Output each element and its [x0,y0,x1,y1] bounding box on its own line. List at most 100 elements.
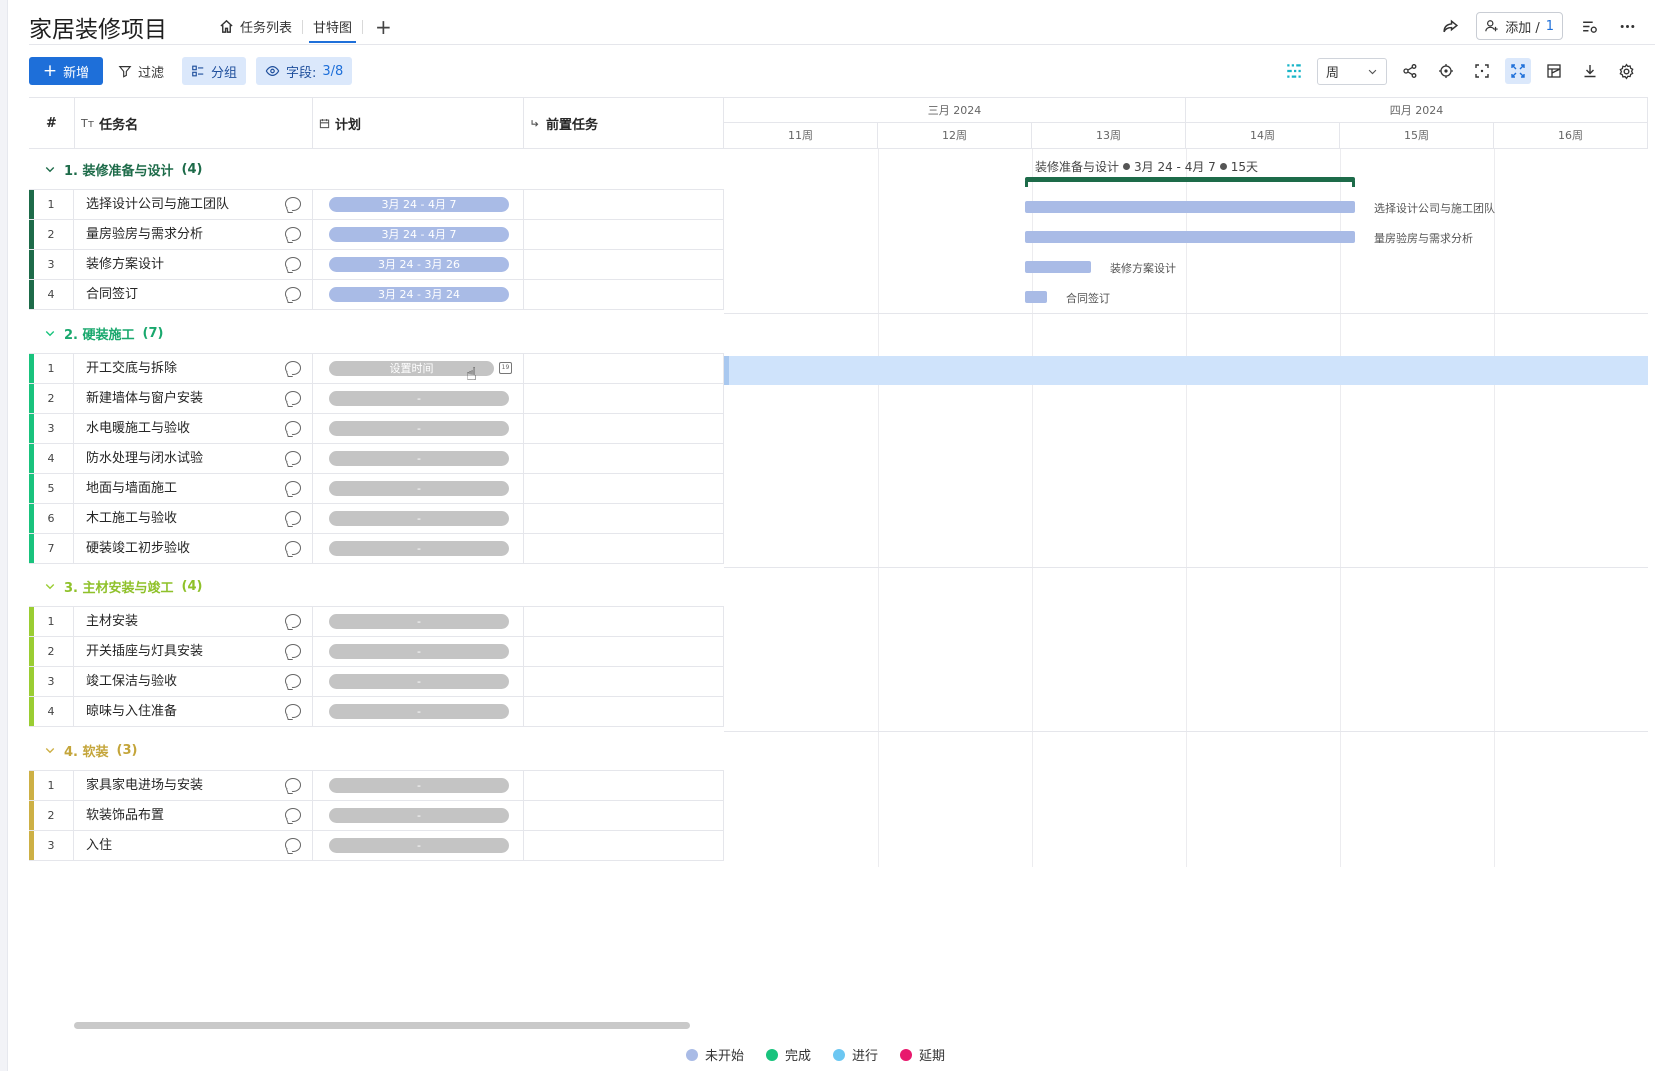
comment-icon[interactable] [285,838,301,852]
task-name[interactable]: 地面与墙面施工 [86,474,177,503]
list-settings-icon[interactable] [1577,14,1601,38]
gantt-bar[interactable] [1025,261,1091,273]
task-name[interactable]: 竣工保洁与验收 [86,667,177,696]
tab-gantt[interactable]: 甘特图 [303,10,362,43]
plan-date-pill[interactable]: - [329,674,509,689]
plan-date-pill[interactable]: - [329,704,509,719]
plan-date-pill[interactable]: - [329,614,509,629]
table-row[interactable]: 2 新建墙体与窗户安装 - [29,384,724,414]
task-name[interactable]: 入住 [86,831,112,860]
fit-view-icon[interactable] [1469,58,1495,84]
comment-icon[interactable] [285,644,301,658]
task-name[interactable]: 晾味与入住准备 [86,697,177,726]
comment-icon[interactable] [285,481,301,495]
table-row[interactable]: 3 水电暖施工与验收 - [29,414,724,444]
more-icon[interactable] [1615,14,1639,38]
fields-button[interactable]: 字段: 3/8 [256,57,353,85]
table-row[interactable]: 2 软装饰品布置 - [29,801,724,831]
add-view-button[interactable]: + [363,15,404,39]
task-name[interactable]: 水电暖施工与验收 [86,414,190,443]
plan-date-pill[interactable]: 3月 24 - 4月 7 [329,197,509,212]
column-header-name[interactable]: Tт 任务名 [81,98,138,148]
group-header-4[interactable]: 4. 软装 (3) [29,730,724,770]
group-button[interactable]: 分组 [182,57,247,85]
horizontal-scrollbar[interactable] [74,1022,690,1029]
plan-date-pill[interactable]: - [329,481,509,496]
table-row[interactable]: 3 入住 - [29,831,724,861]
plan-date-pill[interactable]: 3月 24 - 4月 7 [329,227,509,242]
group-header-1[interactable]: 1. 装修准备与设计 (4) [29,149,724,189]
table-row[interactable]: 2 开关插座与灯具安装 - [29,637,724,667]
comment-icon[interactable] [285,451,301,465]
task-name[interactable]: 家具家电进场与安装 [86,771,203,800]
plan-date-pill[interactable]: - [329,778,509,793]
task-name[interactable]: 合同签订 [86,280,138,309]
comment-icon[interactable] [285,511,301,525]
comment-icon[interactable] [285,541,301,555]
filter-button[interactable]: 过滤 [109,57,173,85]
comment-icon[interactable] [285,227,301,241]
gantt-chart[interactable]: 三月 2024 四月 2024 11周 12周 13周 14周 15周 16周 … [724,97,1648,867]
table-row[interactable]: 4 合同签订 3月 24 - 3月 24 [29,280,724,310]
plan-date-pill[interactable]: - [329,808,509,823]
task-name[interactable]: 量房验房与需求分析 [86,220,203,249]
gantt-bar[interactable] [1025,231,1355,243]
critical-path-icon[interactable] [1281,58,1307,84]
fullscreen-icon[interactable] [1505,58,1531,84]
table-row[interactable]: 1 家具家电进场与安装 - [29,771,724,801]
add-member-button[interactable]: 添加 / 1 [1476,12,1563,40]
table-row[interactable]: 7 硬装竣工初步验收 - [29,534,724,564]
download-icon[interactable] [1577,58,1603,84]
task-name[interactable]: 硬装竣工初步验收 [86,534,190,563]
comment-icon[interactable] [285,361,301,375]
group-header-3[interactable]: 3. 主材安装与竣工 (4) [29,566,724,606]
comment-icon[interactable] [285,391,301,405]
comment-icon[interactable] [285,287,301,301]
comment-icon[interactable] [285,197,301,211]
plan-date-pill[interactable]: - [329,644,509,659]
time-scale-select[interactable]: 周 [1317,57,1387,85]
table-row[interactable]: 1 主材安装 - [29,607,724,637]
column-header-plan[interactable]: 计划 [319,98,361,148]
task-name[interactable]: 新建墙体与窗户安装 [86,384,203,413]
task-name[interactable]: 装修方案设计 [86,250,164,279]
table-row[interactable]: 3 竣工保洁与验收 - [29,667,724,697]
comment-icon[interactable] [285,421,301,435]
plan-date-pill[interactable]: - [329,511,509,526]
table-row[interactable]: 1 选择设计公司与施工团队 3月 24 - 4月 7 [29,190,724,220]
plan-date-pill[interactable]: - [329,451,509,466]
plan-date-pill[interactable]: 3月 24 - 3月 26 [329,257,509,272]
calendar-picker-icon[interactable]: 19 [499,362,512,374]
table-row[interactable]: 5 地面与墙面施工 - [29,474,724,504]
group-summary-bar[interactable] [1025,177,1355,187]
column-header-predecessor[interactable]: 前置任务 [530,98,598,148]
plan-date-pill[interactable]: - [329,541,509,556]
task-name[interactable]: 木工施工与验收 [86,504,177,533]
comment-icon[interactable] [285,808,301,822]
settings-gear-icon[interactable] [1613,58,1639,84]
gantt-bar[interactable] [1025,291,1047,303]
task-name[interactable]: 开工交底与拆除 [86,354,177,383]
comment-icon[interactable] [285,674,301,688]
dependency-icon[interactable] [1397,58,1423,84]
table-row[interactable]: 1 开工交底与拆除 设置时间 19 ☝ [29,354,724,385]
locate-today-icon[interactable] [1433,58,1459,84]
task-name[interactable]: 防水处理与闭水试验 [86,444,203,473]
comment-icon[interactable] [285,257,301,271]
plan-date-pill[interactable]: - [329,838,509,853]
layout-toggle-icon[interactable] [1541,58,1567,84]
table-row[interactable]: 4 晾味与入住准备 - [29,697,724,727]
plan-date-pill[interactable]: - [329,391,509,406]
table-row[interactable]: 3 装修方案设计 3月 24 - 3月 26 [29,250,724,280]
table-row[interactable]: 4 防水处理与闭水试验 - [29,444,724,474]
task-name[interactable]: 主材安装 [86,607,138,636]
table-row[interactable]: 2 量房验房与需求分析 3月 24 - 4月 7 [29,220,724,250]
plan-date-pill[interactable]: 3月 24 - 3月 24 [329,287,509,302]
plan-date-pill[interactable]: - [329,421,509,436]
group-header-2[interactable]: 2. 硬装施工 (7) [29,313,724,353]
table-row[interactable]: 6 木工施工与验收 - [29,504,724,534]
comment-icon[interactable] [285,614,301,628]
comment-icon[interactable] [285,778,301,792]
share-icon[interactable] [1438,14,1462,38]
task-name[interactable]: 软装饰品布置 [86,801,164,830]
